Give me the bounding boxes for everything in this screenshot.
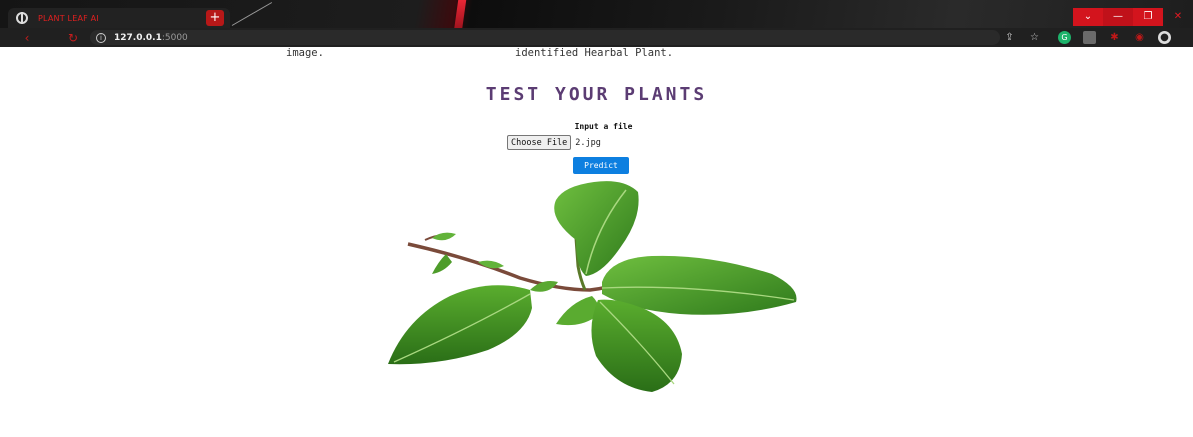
small-leaf	[432, 254, 452, 274]
green-circle-extension-icon[interactable]: G	[1058, 31, 1071, 44]
browser-tab[interactable]: PLANT LEAF AI ×	[8, 8, 230, 28]
previous-text-right: identified Hearbal Plant.	[515, 47, 674, 59]
predict-button[interactable]: Predict	[573, 157, 629, 174]
new-tab-button[interactable]: +	[206, 10, 224, 26]
address-bar[interactable]: i 127.0.0.1 :5000	[90, 30, 1000, 45]
share-icon[interactable]: ⇪	[1003, 31, 1016, 44]
back-icon[interactable]: ‹	[18, 31, 36, 45]
bottom-leaf	[591, 299, 682, 392]
left-leaf	[388, 285, 532, 365]
small-leaf	[478, 260, 504, 269]
input-file-label: Input a file	[574, 122, 633, 131]
selected-file-name: 2.jpg	[575, 137, 601, 148]
close-window-button[interactable]: ✕	[1163, 8, 1193, 26]
reload-icon[interactable]: ↻	[64, 31, 82, 45]
browser-toolbar: ‹ ↻ i 127.0.0.1 :5000 ⇪ ☆ G ✱ ◉ ●	[0, 28, 1193, 47]
info-icon[interactable]: i	[96, 32, 106, 43]
globe-icon	[16, 12, 28, 24]
gray-extension-icon[interactable]	[1083, 31, 1096, 44]
tab-title: PLANT LEAF AI	[38, 13, 99, 23]
restore-button[interactable]: ❐	[1133, 8, 1163, 26]
file-input[interactable]: Choose File 2.jpg	[507, 135, 601, 150]
mint-leaf-image	[388, 181, 797, 392]
red-extension-icon[interactable]: ◉	[1133, 31, 1146, 44]
url-port: :5000	[161, 32, 188, 43]
window-controls: ⌄ — ❐ ✕	[1073, 8, 1193, 26]
small-leaf	[432, 232, 456, 241]
minimize-button[interactable]: —	[1103, 8, 1133, 26]
browser-chrome: PLANT LEAF AI × + ⌄ — ❐ ✕ ‹ ↻ i 127.0.0.…	[0, 0, 1193, 47]
profile-avatar-icon[interactable]: ●	[1158, 31, 1171, 44]
choose-file-button[interactable]: Choose File	[507, 135, 572, 150]
page-title: TEST YOUR PLANTS	[485, 84, 708, 105]
url-host: 127.0.0.1	[114, 32, 162, 43]
star-icon[interactable]: ☆	[1028, 31, 1041, 44]
red-extension-icon[interactable]: ✱	[1108, 31, 1121, 44]
previous-text-left: image.	[286, 47, 324, 59]
chevron-down-icon[interactable]: ⌄	[1073, 8, 1103, 26]
